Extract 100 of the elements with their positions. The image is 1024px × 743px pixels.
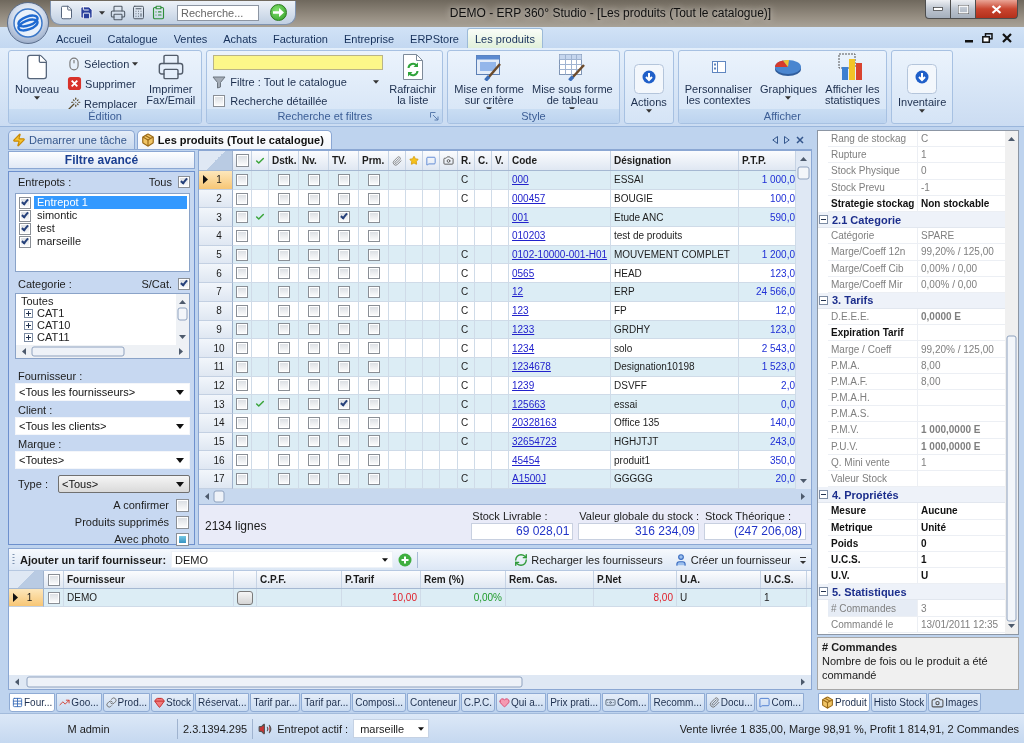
checkbox[interactable] [337,211,350,224]
close-icon[interactable] [1002,33,1012,43]
table-row[interactable]: 4 010203 test de produits [199,227,796,246]
tab[interactable]: Goo... [56,693,102,712]
dropdown[interactable]: <Tous> [57,475,190,493]
checkbox[interactable] [307,472,320,485]
checkbox[interactable] [337,192,350,205]
checkbox[interactable] [307,323,320,336]
checkbox[interactable] [277,342,290,355]
property-label[interactable]: P.M.A.S. [828,406,918,423]
column-header[interactable]: U.A. [677,571,761,588]
checkbox[interactable] [337,229,350,242]
checkbox[interactable] [337,454,350,467]
dropdown[interactable]: <Toutes> [15,451,190,469]
column-header[interactable]: Rem. Cas. [506,571,594,588]
ribbon-button[interactable]: Rafraichir la liste [387,51,439,106]
table-row[interactable]: 6 C 0565 HEAD 123,0 [199,264,796,284]
property-label[interactable]: P.M.A.H. [828,390,918,407]
product-code-link[interactable]: 000 [512,174,529,186]
column-header[interactable]: Nv. [299,151,329,170]
checkbox[interactable] [277,173,290,186]
checkbox[interactable] [337,267,350,280]
checkbox[interactable] [176,498,189,512]
checkbox[interactable] [277,379,290,392]
checkbox[interactable] [236,323,248,336]
row-header[interactable]: 13 [199,395,233,414]
supplier-dropdown[interactable]: DEMO [171,551,394,568]
product-code-link[interactable]: 20328163 [512,417,557,429]
checkbox[interactable] [236,360,248,373]
close-button[interactable] [976,0,1018,19]
checkbox[interactable] [277,304,290,317]
table-row[interactable]: 17 C A1500J GGGGG 20,0 [199,470,796,489]
checkbox[interactable] [337,248,350,261]
checkbox[interactable] [337,379,350,392]
column-header[interactable]: V. [492,151,509,170]
table-row[interactable]: 3 001 Etude ANC 590,0 [199,208,796,228]
dropdown[interactable]: <Tous les clients> [15,417,190,435]
checkbox[interactable] [277,267,290,280]
tab[interactable]: Composi... [352,693,407,712]
checkbox[interactable] [337,285,350,298]
checkbox[interactable] [307,398,320,411]
row-button[interactable] [237,590,253,605]
toolbar-button[interactable]: Créer un fournisseur [670,552,794,567]
column-header[interactable]: Désignation [611,151,739,170]
checkbox[interactable] [367,248,380,261]
checkbox[interactable] [337,342,350,355]
checkbox[interactable] [307,342,320,355]
tree-item[interactable]: CAT10 [36,319,72,331]
checkbox[interactable] [337,323,350,336]
checkbox[interactable] [367,304,380,317]
vertical-scrollbar[interactable] [176,294,189,345]
product-code-link[interactable]: 1233 [512,323,535,335]
product-code-link[interactable]: 12 [512,286,524,298]
checkbox[interactable] [19,235,31,248]
tree-item[interactable]: CAT11 [36,331,71,343]
checkbox[interactable] [178,278,190,290]
row-header[interactable]: 1 [199,171,233,190]
checkbox[interactable] [236,472,248,485]
checkbox[interactable] [236,229,248,242]
maximize-button[interactable] [951,0,976,19]
product-code-link[interactable]: 45454 [512,454,540,466]
checkbox[interactable] [307,304,320,317]
expand-icon[interactable] [24,332,33,342]
table-row[interactable]: 10 C 1234 solo 2 543,0 [199,339,796,358]
checkbox[interactable] [337,304,350,317]
checkbox[interactable] [367,342,380,355]
column-header[interactable]: Prm. [359,151,389,170]
search-field[interactable] [213,55,384,70]
document-tab[interactable]: Demarrer une tâche [8,130,135,149]
tab[interactable]: Docu... [705,693,756,712]
checkbox[interactable] [213,95,226,107]
checkbox[interactable] [236,398,248,411]
tab[interactable]: Tarif par... [301,693,352,712]
checkbox[interactable] [367,379,380,392]
column-header[interactable]: U.C.S. [761,571,807,588]
checkbox[interactable] [236,435,248,448]
dropdown[interactable]: <Tous les fournisseurs> [15,383,190,401]
checkbox[interactable] [337,416,350,429]
checkbox[interactable] [235,154,249,167]
ribbon-button[interactable]: Personnaliser les contextes [682,51,755,106]
checkbox[interactable] [236,285,248,298]
ribbon-button[interactable]: Sélection [65,54,141,73]
checkbox[interactable] [236,192,248,205]
checkbox[interactable] [236,267,248,280]
tab[interactable]: Qui a... [495,693,547,712]
checkbox[interactable] [307,173,320,186]
checkbox[interactable] [277,211,290,224]
property-label[interactable]: Marge / Coeff [828,341,918,358]
product-code-link[interactable]: 32654723 [512,435,557,447]
tab[interactable]: Réservat... [195,693,250,712]
column-header[interactable]: TV. [329,151,359,170]
checkbox[interactable] [307,267,320,280]
product-code-link[interactable]: 000457 [512,193,546,205]
row-header[interactable]: 1 [9,589,44,607]
tab[interactable]: Histo Stock [870,693,928,712]
ribbon-button[interactable]: Graphiques [758,51,819,100]
property-label[interactable]: D.E.E.E. [828,309,918,326]
vertical-scrollbar[interactable] [796,151,811,489]
minimize-button[interactable] [925,0,951,19]
save-icon[interactable] [79,5,94,20]
